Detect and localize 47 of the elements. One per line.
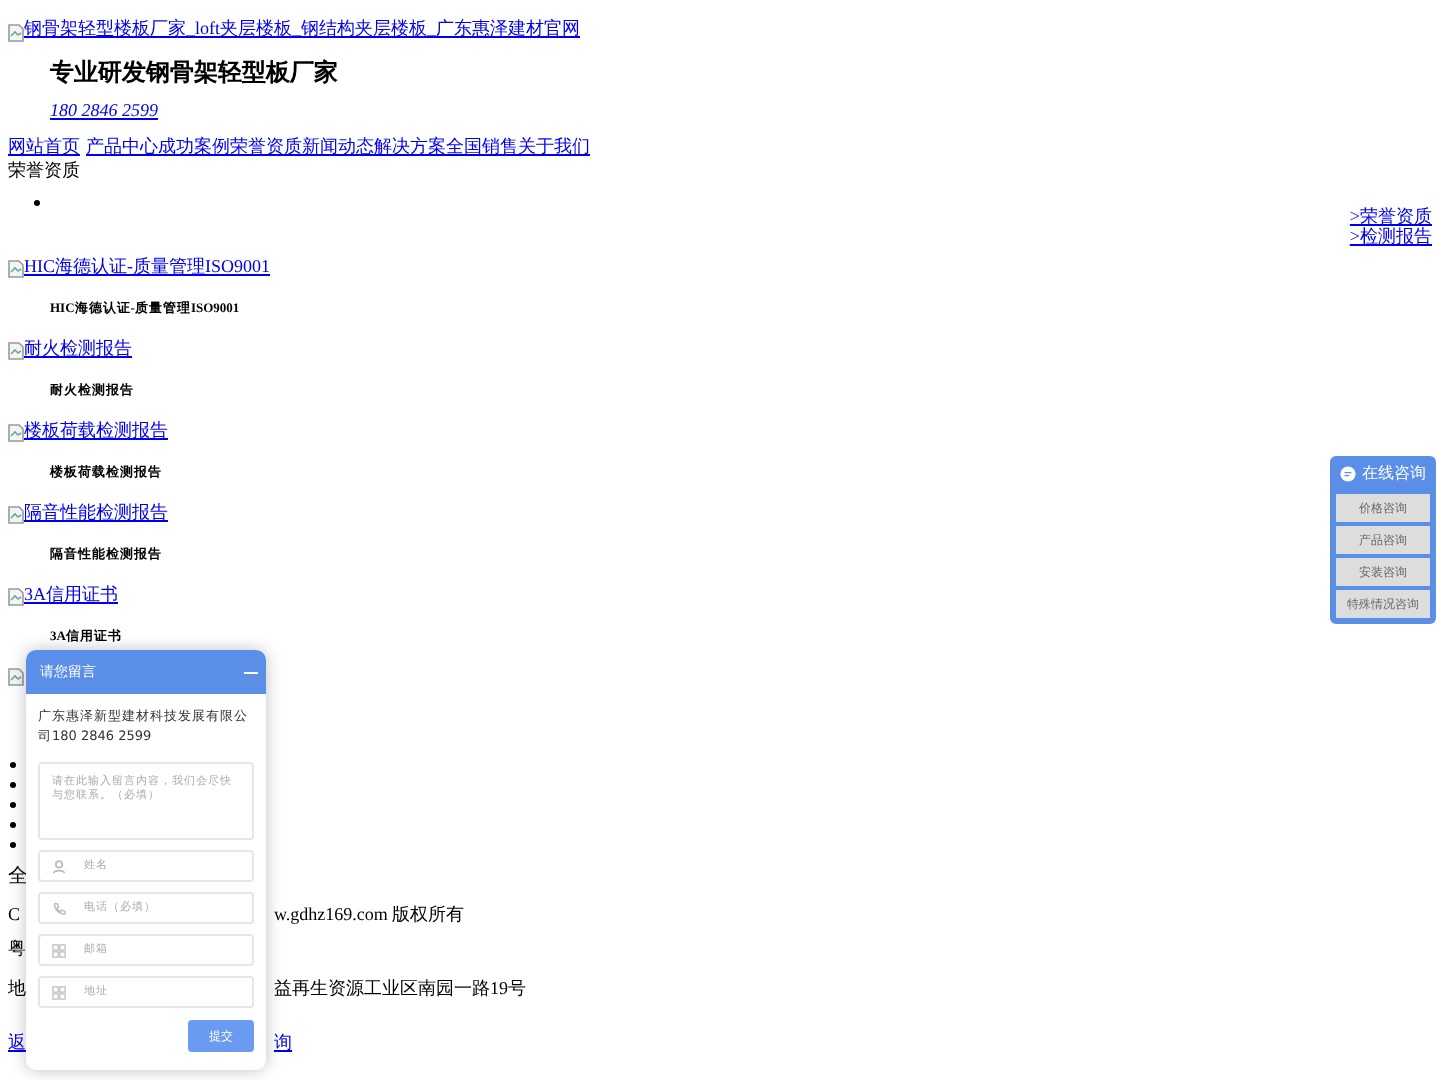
- broken-image-icon: [8, 23, 24, 41]
- broken-image-icon: [8, 588, 24, 606]
- nav-link[interactable]: 荣誉资质: [230, 134, 302, 160]
- bullet-dot: [10, 762, 16, 768]
- broken-image-icon: [8, 506, 24, 524]
- copyright-text: w.gdhz169.com 版权所有: [274, 901, 465, 927]
- widget-title: 在线咨询: [1362, 462, 1426, 484]
- broken-image-icon: [8, 342, 24, 360]
- bullet-dot: [10, 822, 16, 828]
- nav-link[interactable]: 新闻动态: [302, 134, 374, 160]
- certificate-image-link[interactable]: 隔音性能检测报告: [8, 502, 168, 524]
- certificate-image-link[interactable]: 3A信用证书: [8, 584, 118, 606]
- bullet-dot: [34, 200, 40, 206]
- footer-link[interactable]: 返: [8, 1031, 26, 1051]
- footer-link[interactable]: 询: [274, 1029, 292, 1055]
- bullet-dot: [10, 782, 16, 788]
- nav-link[interactable]: 全国销售: [446, 134, 518, 160]
- address-text: 益再生资源工业区南园一路19号: [274, 975, 526, 1001]
- grid-icon: [52, 985, 66, 999]
- broken-image-icon: [8, 668, 24, 687]
- phone-icon: [52, 901, 66, 915]
- footer-text: 全: [8, 864, 28, 890]
- breadcrumb: 荣誉资质: [8, 160, 80, 182]
- footer-text: C: [8, 904, 21, 924]
- certificate-image-link[interactable]: 楼板荷载检测报告: [8, 420, 168, 442]
- certificate-image-link[interactable]: HIC海德认证-质量管理ISO9001: [8, 256, 270, 278]
- person-icon: [52, 859, 66, 873]
- chat-bubble-icon: [1340, 465, 1356, 481]
- broken-image-icon: [8, 424, 24, 442]
- bullet-dot: [10, 802, 16, 808]
- logo-image-link[interactable]: 钢骨架轻型楼板厂家_loft夹层楼板_钢结构夹层楼板_广东惠泽建材官网: [8, 15, 580, 41]
- footer-text: 地: [8, 977, 26, 997]
- nav-link[interactable]: 解决方案: [374, 134, 446, 160]
- category-link[interactable]: >检测报告: [1349, 226, 1432, 246]
- nav-link[interactable]: 网站首页: [8, 134, 80, 160]
- slogan-heading: 专业研发钢骨架轻型板厂家: [50, 56, 340, 88]
- grid-icon: [52, 943, 66, 957]
- nav-link[interactable]: 关于我们: [518, 134, 590, 160]
- nav-link[interactable]: 产品中心: [86, 134, 158, 160]
- phone-link[interactable]: 180 2846 2599: [50, 100, 158, 120]
- nav-link[interactable]: 成功案例: [158, 134, 230, 160]
- broken-image-icon: [8, 260, 24, 278]
- certificate-image-link[interactable]: 耐火检测报告: [8, 338, 132, 360]
- footer-text: 粤: [8, 935, 26, 961]
- bullet-dot: [10, 842, 16, 848]
- minimize-icon[interactable]: [244, 669, 258, 675]
- category-link[interactable]: >荣誉资质: [1349, 206, 1432, 226]
